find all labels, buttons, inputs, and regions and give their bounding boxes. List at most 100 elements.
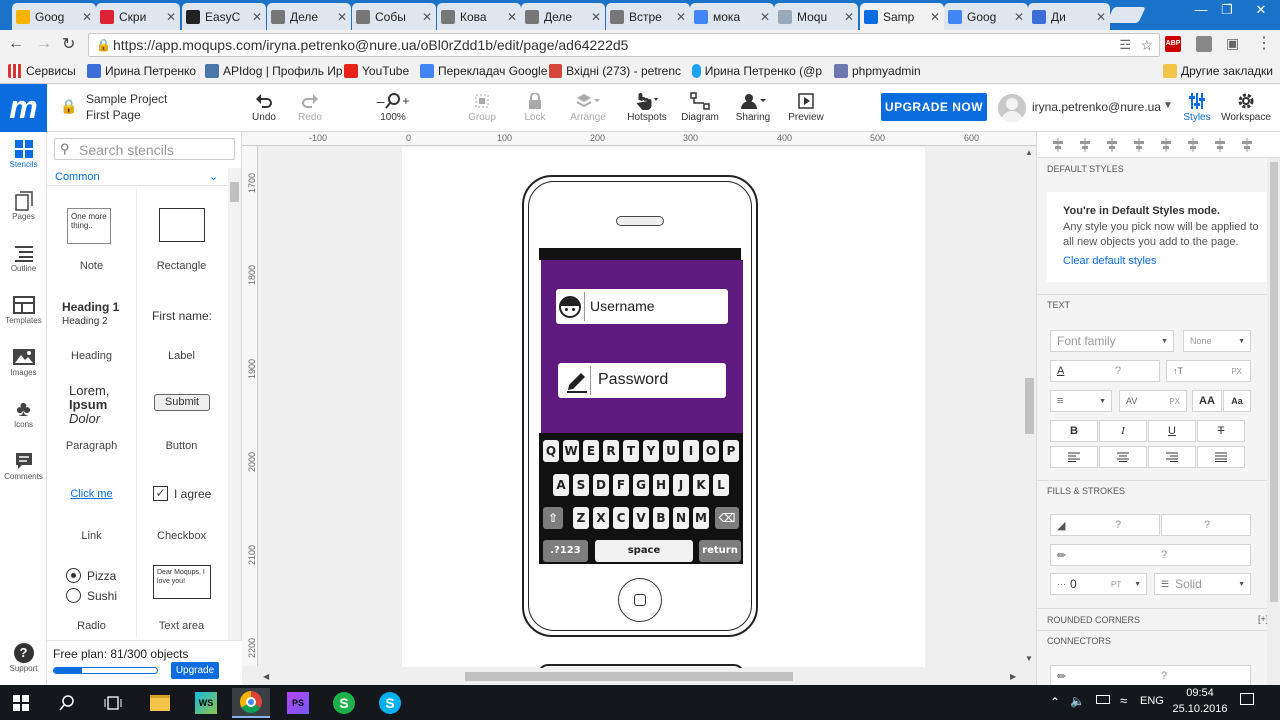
close-tab-icon[interactable]: ✕ — [82, 10, 92, 24]
align-option-icon[interactable] — [1078, 138, 1092, 152]
bookmark-item[interactable]: Ирина Петренко — [87, 64, 196, 78]
keyboard-key[interactable]: L — [713, 474, 729, 496]
align-left-button[interactable] — [1050, 446, 1098, 468]
rail-images[interactable]: Images — [0, 346, 47, 377]
volume-icon[interactable]: 🔈 — [1070, 694, 1085, 708]
bookmark-item[interactable]: YouTube — [344, 64, 409, 78]
back-icon[interactable]: ← — [8, 35, 24, 53]
keyboard-key[interactable]: T — [623, 440, 639, 462]
stencil-rectangle[interactable]: Rectangle — [137, 188, 226, 278]
panel-scrollbar[interactable] — [1267, 158, 1280, 685]
keyboard-key[interactable]: M — [693, 507, 709, 529]
bold-button[interactable]: B — [1050, 420, 1098, 442]
taskbar-app-s[interactable]: S — [325, 688, 363, 718]
close-tab-icon[interactable]: ✕ — [930, 10, 940, 24]
notifications-icon[interactable] — [1240, 693, 1254, 705]
keyboard-key[interactable]: E — [583, 440, 599, 462]
align-center-button[interactable] — [1099, 446, 1147, 468]
category-dropdown[interactable]: Common ⌄ — [47, 168, 227, 186]
stencil-radio[interactable]: Pizza Sushi Radio — [47, 548, 136, 638]
hotspots-button[interactable]: Hotspots — [622, 90, 672, 123]
strikethrough-button[interactable]: T — [1197, 420, 1245, 442]
connector-color-field[interactable]: ✏? — [1050, 665, 1251, 687]
bookmark-item[interactable]: APIdog | Профиль Ир — [205, 64, 343, 78]
taskbar-phpstorm[interactable]: PS — [279, 688, 317, 718]
keyboard-key[interactable]: A — [553, 474, 569, 496]
rail-outline[interactable]: Outline — [0, 242, 47, 273]
menu-icon[interactable]: ⋮ — [1256, 33, 1272, 53]
font-size-field[interactable]: ↑T PX — [1166, 360, 1251, 382]
uppercase-button[interactable]: AA — [1192, 390, 1222, 412]
keyboard-key[interactable]: F — [613, 474, 629, 496]
stencil-label[interactable]: First name: Label — [137, 278, 226, 368]
line-height-select[interactable]: ≡ ▼ — [1050, 390, 1112, 412]
zoom-in-icon[interactable]: + — [402, 94, 409, 108]
tray-chevron-icon[interactable]: ⌃ — [1050, 695, 1060, 709]
stencil-heading[interactable]: Heading 1 Heading 2 Heading — [47, 278, 136, 368]
keyboard-key[interactable]: D — [593, 474, 609, 496]
keyboard-key[interactable]: X — [593, 507, 609, 529]
camera-icon[interactable]: ▣ — [1226, 35, 1239, 52]
username-field[interactable]: Username — [556, 289, 728, 324]
close-tab-icon[interactable]: ✕ — [507, 10, 517, 24]
backspace-key-icon[interactable]: ⌫ — [715, 507, 739, 529]
undo-button[interactable]: Undo — [239, 90, 289, 123]
upgrade-small-button[interactable]: Upgrade — [171, 662, 219, 679]
lock-icon[interactable]: 🔒 — [60, 98, 77, 115]
browser-tab[interactable]: Goog ✕ — [944, 3, 1028, 30]
battery-icon[interactable] — [1096, 695, 1110, 704]
diagram-button[interactable]: Diagram — [675, 90, 725, 123]
taskbar-chrome[interactable] — [232, 688, 270, 718]
avatar[interactable] — [998, 94, 1026, 122]
close-tab-icon[interactable]: ✕ — [1096, 10, 1106, 24]
clock-time[interactable]: 09:54 — [1172, 687, 1228, 699]
close-tab-icon[interactable]: ✕ — [166, 10, 176, 24]
keyboard-key[interactable]: K — [693, 474, 709, 496]
browser-tab[interactable]: Встре ✕ — [606, 3, 690, 30]
keyboard-key[interactable]: return — [699, 540, 741, 562]
browser-tab[interactable]: Кова ✕ — [437, 3, 521, 30]
arrange-button[interactable]: Arrange — [563, 90, 613, 123]
stencil-link[interactable]: Click me Link — [47, 458, 136, 548]
keyboard-key[interactable]: .?123 — [543, 540, 588, 562]
stencil-textarea[interactable]: Dear Moqups, I love you! Text area — [137, 548, 226, 638]
adblock-icon[interactable]: ABP — [1165, 36, 1181, 52]
extension-icon[interactable] — [1196, 36, 1212, 52]
align-option-icon[interactable] — [1159, 138, 1173, 152]
redo-button[interactable]: Redo — [285, 90, 335, 123]
browser-tab[interactable]: Моqu ✕ — [774, 3, 858, 30]
keyboard-key[interactable]: U — [663, 440, 679, 462]
moqups-logo[interactable]: m — [0, 84, 47, 132]
project-name[interactable]: Sample Project — [86, 92, 167, 106]
fill-color-field[interactable]: ◢? — [1050, 514, 1160, 536]
user-email[interactable]: iryna.petrenko@nure.ua — [1032, 100, 1161, 114]
stroke-style-select[interactable]: ☰ Solid ▼ — [1154, 573, 1251, 595]
new-tab-button[interactable] — [1106, 7, 1146, 23]
close-tab-icon[interactable]: ✕ — [422, 10, 432, 24]
keyboard-key[interactable]: R — [603, 440, 619, 462]
close-tab-icon[interactable]: ✕ — [591, 10, 601, 24]
keyboard-key[interactable]: C — [613, 507, 629, 529]
keyboard-key[interactable]: space — [595, 540, 693, 562]
browser-tab[interactable]: Деле ✕ — [267, 3, 351, 30]
keyboard-key[interactable]: G — [633, 474, 649, 496]
browser-tab[interactable]: Деле ✕ — [521, 3, 605, 30]
keyboard-key[interactable]: B — [653, 507, 669, 529]
zoom-control[interactable]: – +100% — [368, 90, 418, 123]
keyboard-key[interactable]: H — [653, 474, 669, 496]
clock-date[interactable]: 25.10.2016 — [1168, 703, 1232, 715]
task-view-button[interactable] — [94, 688, 132, 718]
bookmark-item[interactable]: Вхідні (273) - petrenc — [549, 64, 681, 78]
capitalize-button[interactable]: Aa — [1223, 390, 1251, 412]
taskbar-explorer[interactable] — [141, 688, 179, 718]
browser-tab[interactable]: Goog ✕ — [12, 3, 96, 30]
browser-tab[interactable]: Ди ✕ — [1028, 3, 1110, 30]
keyboard-key[interactable]: W — [563, 440, 579, 462]
align-option-icon[interactable] — [1132, 138, 1146, 152]
browser-tab[interactable]: Samp ✕ — [860, 3, 944, 30]
support-button[interactable]: ? Support — [0, 642, 47, 673]
phone-home-button[interactable] — [618, 578, 662, 622]
stroke-width-field[interactable]: ⋯ 0 PT ▼ — [1050, 573, 1147, 595]
preview-button[interactable]: Preview — [781, 90, 831, 123]
styles-button[interactable]: Styles — [1172, 90, 1222, 123]
